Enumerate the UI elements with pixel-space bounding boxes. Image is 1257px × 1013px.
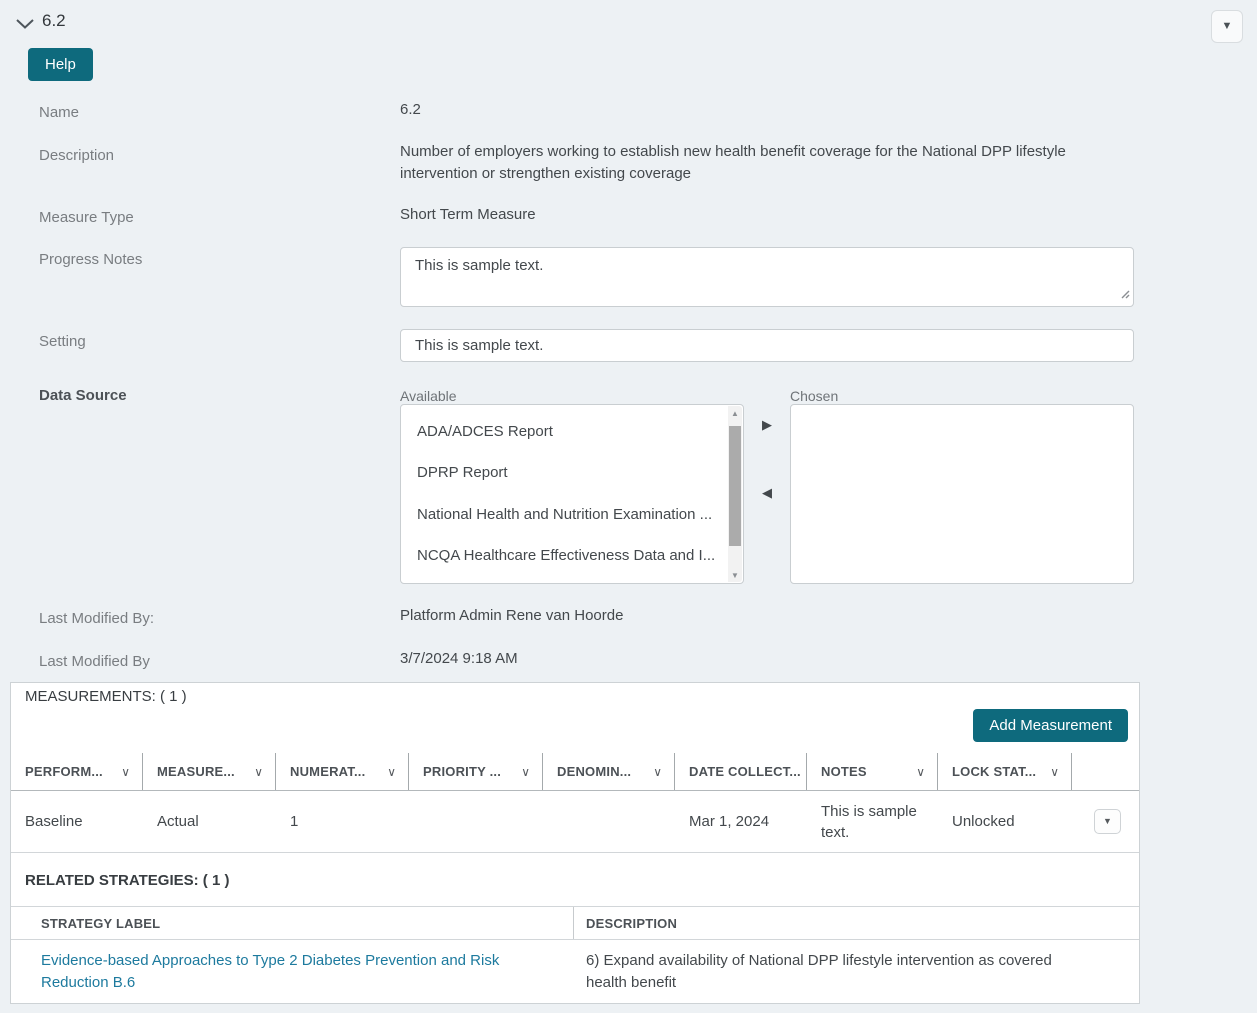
sort-chevron-icon[interactable]: ∨ bbox=[254, 765, 263, 779]
row-menu-button[interactable]: ▼ bbox=[1094, 809, 1121, 834]
cell-strategy-description: 6) Expand availability of National DPP l… bbox=[586, 952, 1052, 991]
data-source-label: Data Source bbox=[39, 387, 127, 404]
cell-notes: This is sample text. bbox=[821, 802, 917, 841]
measurements-header-row: PERFORM... ∨ MEASURE... ∨ NUMERAT... ∨ P… bbox=[11, 753, 1139, 791]
scroll-up-icon[interactable]: ▲ bbox=[728, 406, 742, 420]
scrollbar-thumb[interactable] bbox=[729, 426, 741, 546]
cell-denominator bbox=[543, 791, 675, 852]
column-header-denominator[interactable]: DENOMIN... ∨ bbox=[543, 753, 675, 790]
measurement-table-row: Baseline Actual 1 Mar 1, 2024 This is sa… bbox=[11, 791, 1139, 853]
section-menu-button[interactable]: ▼ bbox=[1211, 10, 1243, 43]
chosen-listbox[interactable] bbox=[790, 404, 1134, 584]
measurements-card: MEASUREMENTS: ( 1 ) Add Measurement PERF… bbox=[10, 682, 1140, 1004]
listbox-scrollbar[interactable]: ▲ ▼ bbox=[728, 406, 742, 582]
sort-chevron-icon[interactable]: ∨ bbox=[521, 765, 530, 779]
last-modified-by-date-label: Last Modified By bbox=[39, 653, 150, 670]
cell-lock-status: Unlocked bbox=[952, 813, 1015, 830]
list-item[interactable]: DPRP Report bbox=[417, 464, 508, 481]
column-header-description: DESCRIPTION bbox=[586, 915, 678, 931]
strategy-link[interactable]: Evidence-based Approaches to Type 2 Diab… bbox=[41, 950, 570, 994]
name-label: Name bbox=[39, 104, 80, 121]
sort-chevron-icon[interactable]: ∨ bbox=[387, 765, 396, 779]
available-listbox[interactable]: ADA/ADCES Report DPRP Report National He… bbox=[400, 404, 744, 584]
section-title: 6.2 bbox=[42, 11, 66, 30]
move-left-icon[interactable]: ◀ bbox=[757, 485, 777, 501]
description-label: Description bbox=[39, 147, 115, 164]
scroll-down-icon[interactable]: ▼ bbox=[728, 568, 742, 582]
cell-date-collected: Mar 1, 2024 bbox=[689, 813, 770, 830]
section-collapse-chevron-icon[interactable] bbox=[16, 16, 34, 34]
column-header-actions bbox=[1072, 753, 1139, 790]
progress-notes-label: Progress Notes bbox=[39, 251, 143, 268]
resize-handle-icon[interactable] bbox=[1120, 286, 1130, 303]
sort-chevron-icon[interactable]: ∨ bbox=[653, 765, 662, 779]
last-modified-by-date-value: 3/7/2024 9:18 AM bbox=[400, 650, 518, 667]
move-right-icon[interactable]: ▶ bbox=[757, 417, 777, 433]
setting-text: This is sample text. bbox=[415, 337, 544, 354]
column-header-lock-status[interactable]: LOCK STAT... ∨ bbox=[938, 753, 1072, 790]
list-item[interactable]: National Health and Nutrition Examinatio… bbox=[417, 506, 712, 523]
column-header-strategy-label: STRATEGY LABEL bbox=[11, 907, 574, 939]
available-label: Available bbox=[400, 388, 457, 404]
add-measurement-button[interactable]: Add Measurement bbox=[973, 709, 1128, 742]
strategy-table-row: Evidence-based Approaches to Type 2 Diab… bbox=[11, 940, 1139, 1004]
column-header-numerator[interactable]: NUMERAT... ∨ bbox=[276, 753, 409, 790]
cell-priority bbox=[409, 791, 543, 852]
column-header-priority[interactable]: PRIORITY ... ∨ bbox=[409, 753, 543, 790]
measure-type-label: Measure Type bbox=[39, 209, 134, 226]
cell-performance: Baseline bbox=[25, 813, 83, 830]
column-header-performance[interactable]: PERFORM... ∨ bbox=[11, 753, 143, 790]
strategies-header-row: STRATEGY LABEL DESCRIPTION bbox=[11, 906, 1139, 940]
list-item[interactable]: ADA/ADCES Report bbox=[417, 423, 553, 440]
sort-chevron-icon[interactable]: ∨ bbox=[1050, 765, 1059, 779]
setting-input[interactable]: This is sample text. bbox=[400, 329, 1134, 362]
progress-notes-text: This is sample text. bbox=[415, 257, 544, 274]
chosen-label: Chosen bbox=[790, 388, 839, 404]
name-value: 6.2 bbox=[400, 101, 421, 118]
last-modified-by-name-label: Last Modified By: bbox=[39, 610, 155, 627]
measure-type-value: Short Term Measure bbox=[400, 206, 536, 223]
column-header-measure[interactable]: MEASURE... ∨ bbox=[143, 753, 276, 790]
sort-chevron-icon[interactable]: ∨ bbox=[121, 765, 130, 779]
column-header-notes[interactable]: NOTES ∨ bbox=[807, 753, 938, 790]
measure-detail-page: 6.2 ▼ Help Name 6.2 Description Number o… bbox=[0, 0, 1257, 1013]
help-button[interactable]: Help bbox=[28, 48, 93, 81]
sort-chevron-icon[interactable]: ∨ bbox=[916, 765, 925, 779]
cell-actions: ▼ bbox=[1072, 791, 1139, 852]
cell-strategy-label: Evidence-based Approaches to Type 2 Diab… bbox=[11, 940, 574, 1004]
caret-down-icon: ▼ bbox=[1221, 20, 1233, 32]
caret-down-icon: ▼ bbox=[1103, 816, 1112, 826]
cell-numerator: 1 bbox=[290, 813, 299, 830]
last-modified-by-name-value: Platform Admin Rene van Hoorde bbox=[400, 607, 624, 624]
setting-label: Setting bbox=[39, 333, 86, 350]
measurements-title: MEASUREMENTS: ( 1 ) bbox=[25, 688, 187, 705]
list-item[interactable]: NCQA Healthcare Effectiveness Data and I… bbox=[417, 547, 715, 564]
related-strategies-title: RELATED STRATEGIES: ( 1 ) bbox=[25, 872, 230, 889]
cell-measure: Actual bbox=[157, 813, 199, 830]
description-value: Number of employers working to establish… bbox=[400, 143, 1066, 182]
column-header-date-collected[interactable]: DATE COLLECT... bbox=[675, 753, 807, 790]
progress-notes-textarea[interactable]: This is sample text. bbox=[400, 247, 1134, 307]
